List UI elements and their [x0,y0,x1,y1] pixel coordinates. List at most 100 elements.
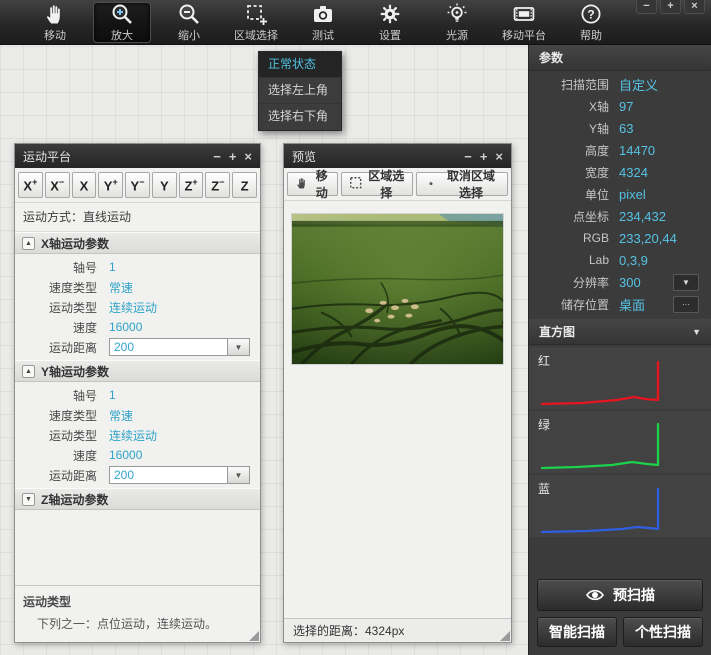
menu-item-2[interactable]: 选择右下角 [259,104,341,130]
param-value[interactable]: 连续运动 [109,299,157,316]
preview-tool-button-0[interactable]: 移动 [287,172,338,196]
preview-image[interactable] [291,213,504,365]
toolbar-item-light[interactable]: 光源 [428,2,486,43]
param-value[interactable]: 1 [109,260,116,274]
smart-scan-button[interactable]: 智能扫描 [537,617,617,647]
axis-jog-button[interactable]: X− [45,172,70,198]
axis-jog-button[interactable]: Y− [125,172,150,198]
chevron-down-icon[interactable]: ▼ [227,467,249,483]
preview-toolbar: 移动 区域选择 取消区域选择 [284,168,511,201]
param-row: Y轴 63 [529,117,711,139]
value-combobox[interactable]: 200 ▼ [109,466,250,484]
browse-ellipsis-button[interactable]: ··· [673,296,699,313]
param-value[interactable]: 300 [619,275,641,290]
motion-param-row: 运动类型 连续运动 [15,425,260,445]
close-button[interactable]: × [244,150,252,163]
window-close-button[interactable]: × [684,0,705,14]
maximize-button[interactable]: + [480,150,488,163]
param-value[interactable]: 1 [109,388,116,402]
toolbar-item-region-select[interactable]: 区域选择 [227,2,285,43]
axis-jog-button[interactable]: Y [152,172,177,198]
axis-jog-button[interactable]: Z [232,172,257,198]
close-button[interactable]: × [495,150,503,163]
axis-jog-button[interactable]: X [72,172,97,198]
histogram-channel-0: 红 [529,347,711,409]
chevron-down-icon[interactable]: ▼ [227,339,249,355]
param-row: 分辨率 300 ▼ [529,271,711,293]
window-minimize-button[interactable]: − [636,0,657,14]
param-row: 单位 pixel [529,183,711,205]
motion-param-row: 速度类型 常速 [15,405,260,425]
histogram-channels: 红 绿 蓝 [529,345,711,537]
param-value[interactable]: 桌面 [619,295,645,314]
prescan-button[interactable]: 预扫描 [537,579,703,611]
param-value[interactable]: 自定义 [619,75,658,94]
scanner-app-window: − + × 移动 放大 缩小 区域选择 测试 设置 光源 移动平台 ? 帮助 正… [0,0,711,655]
minimize-button[interactable]: − [213,150,221,163]
param-value: 233,20,44 [619,231,677,246]
param-value: 63 [619,121,633,136]
section-header[interactable]: ▲ X轴运动参数 [15,232,260,254]
toolbar-item-zoom-in[interactable]: 放大 [93,2,151,43]
toolbar-item-zoom-out[interactable]: 缩小 [160,2,218,43]
section-header[interactable]: ▲ Y轴运动参数 [15,360,260,382]
param-row: 高度 14470 [529,139,711,161]
param-value[interactable]: 常速 [109,279,133,296]
params-rows: 扫描范围 自定义 X轴 97 Y轴 63 高度 14470 宽度 4324 单位… [529,71,711,315]
window-maximize-button[interactable]: + [660,0,681,14]
value-combobox[interactable]: 200 ▼ [109,338,250,356]
param-value[interactable]: 连续运动 [109,427,157,444]
toolbar-item-camera[interactable]: 测试 [294,2,352,43]
motion-sections: ▲ X轴运动参数 轴号 1 速度类型 常速 运动类型 连续运动 速度 16000… [15,232,260,510]
personal-scan-button[interactable]: 个性扫描 [623,617,703,647]
dot-icon [424,176,438,193]
param-value[interactable]: 16000 [109,320,142,334]
chevron-down-icon[interactable]: ▼ [673,274,699,291]
collapse-icon[interactable]: ▼ [22,493,35,506]
motion-param-row: 速度类型 常速 [15,277,260,297]
param-value: 0,3,9 [619,253,648,268]
motion-panel-titlebar: 运动平台 − + × [15,144,260,168]
collapse-icon[interactable]: ▲ [22,365,35,378]
param-value[interactable]: 常速 [109,407,133,424]
hand-dark-icon [295,176,309,193]
motion-param-row: 速度 16000 [15,445,260,465]
motion-param-row: 运动距离 200 ▼ [15,337,260,357]
histogram-header: 直方图 ▼ [529,319,711,345]
preview-tool-button-2[interactable]: 取消区域选择 [416,172,508,196]
minimize-button[interactable]: − [464,150,472,163]
param-value[interactable]: 16000 [109,448,142,462]
light-icon [445,2,469,26]
toolbar-item-gear[interactable]: 设置 [361,2,419,43]
histogram-title: 直方图 [539,323,575,340]
histogram-plot [537,484,704,534]
axis-jog-button[interactable]: Z− [205,172,230,198]
help-icon: ? [579,2,603,26]
section-header[interactable]: ▼ Z轴运动参数 [15,488,260,510]
param-value: 97 [619,99,633,114]
menu-item-0[interactable]: 正常状态 [259,52,341,78]
toolbar-item-help[interactable]: ? 帮助 [562,2,620,43]
preview-tool-button-1[interactable]: 区域选择 [341,172,413,196]
axis-jog-button[interactable]: Z+ [179,172,204,198]
histogram-collapse-icon[interactable]: ▼ [692,327,701,337]
histogram-channel-1: 绿 [529,411,711,473]
collapse-icon[interactable]: ▲ [22,237,35,250]
axis-jog-button[interactable]: X+ [18,172,43,198]
selected-distance-label: 选择的距离：4324px [293,622,404,639]
param-row: X轴 97 [529,95,711,117]
motion-param-row: 运动类型 连续运动 [15,297,260,317]
landscape-graphic [292,214,503,364]
axis-jog-button[interactable]: Y+ [98,172,123,198]
resize-handle[interactable] [500,631,510,641]
toolbar-item-hand[interactable]: 移动 [26,2,84,43]
param-value[interactable]: pixel [619,187,646,202]
param-row: 扫描范围 自定义 [529,73,711,95]
menu-item-1[interactable]: 选择左上角 [259,78,341,104]
main-toolbar: 移动 放大 缩小 区域选择 测试 设置 光源 移动平台 ? 帮助 [0,0,711,45]
toolbar-item-platform[interactable]: 移动平台 [495,2,553,43]
resize-handle[interactable] [249,631,259,641]
maximize-button[interactable]: + [229,150,237,163]
zoom-in-icon [110,2,134,26]
motion-panel-title: 运动平台 [23,148,213,165]
